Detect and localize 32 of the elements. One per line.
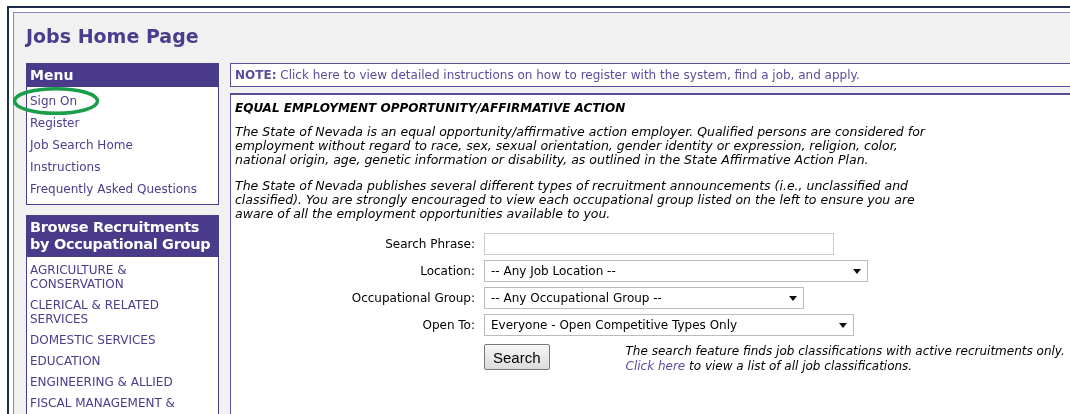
search-field[interactable]: [484, 233, 834, 255]
menu-link[interactable]: Job Search Home: [30, 134, 215, 156]
field-label: Location:: [419, 264, 476, 278]
menu-link[interactable]: Instructions: [30, 156, 215, 178]
caret-icon: [789, 295, 797, 301]
notice-paragraph: The State of Nevada publishes several different types of recruitment announcements (i.e., unclassified and classified). You are strongly encouraged to view each occupational group listed on the left to ensure you are aware of all the employment opportunities available to you.: [235, 179, 916, 221]
field-label: Open To:: [421, 318, 476, 332]
group-link[interactable]: FISCAL MANAGEMENT &: [30, 393, 215, 414]
notice-heading: EQUAL EMPLOYMENT OPPORTUNITY/AFFIRMATIVE ACTION: [235, 101, 627, 115]
dropdown[interactable]: -- Any Occupational Group --: [484, 287, 804, 309]
group-link[interactable]: DOMESTIC SERVICES: [30, 330, 215, 351]
menu-heading: Menu: [27, 64, 218, 87]
group-link[interactable]: ENGINEERING & ALLIED: [30, 372, 215, 393]
group-link[interactable]: AGRICULTURE & CONSERVATION: [30, 260, 215, 295]
page-title: Jobs Home Page: [26, 25, 200, 47]
classification-link[interactable]: Click here: [625, 359, 686, 373]
menu-link[interactable]: Register: [30, 112, 215, 134]
dropdown[interactable]: Everyone - Open Competitive Types Only: [484, 314, 854, 336]
menu-link[interactable]: Sign On: [30, 90, 215, 112]
dropdown[interactable]: -- Any Job Location --: [484, 260, 868, 282]
notice-paragraph: The State of Nevada is an equal opportunity/affirmative action employer. Qualified persons are considered for employment without regard to race, sex, sexual orientation, gender identity or expression, religion, color, national origin, age, genetic information or disability, as outlined in the State Affirmative Action Plan.: [235, 125, 927, 167]
search-hint: The search feature finds job classifications with active recruitments only. Click here to view a list of all job classifications.: [625, 344, 1066, 374]
field-label: Occupational Group:: [350, 291, 476, 305]
caret-icon: [839, 322, 847, 328]
search-button[interactable]: Search: [484, 344, 550, 370]
browse-heading: Browse Recruitments by Occupational Group: [27, 216, 218, 257]
menu-link[interactable]: Frequently Asked Questions: [30, 178, 215, 200]
caret-icon: [853, 268, 861, 274]
note-link[interactable]: NOTE: Click here to view detailed instructions on how to register with the system, find a job, and apply.: [235, 68, 860, 82]
field-label: Search Phrase:: [384, 237, 476, 251]
group-link[interactable]: CLERICAL & RELATED SERVICES: [30, 295, 215, 330]
group-link[interactable]: EDUCATION: [30, 351, 215, 372]
